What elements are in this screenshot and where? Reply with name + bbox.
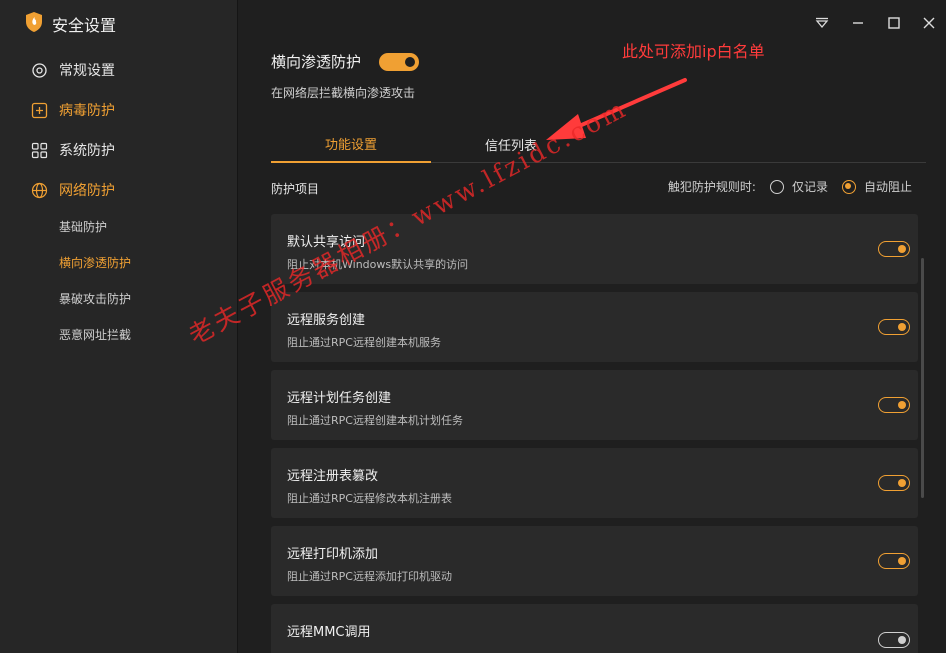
plus-square-icon (30, 101, 48, 119)
protection-item: 远程计划任务创建 阻止通过RPC远程创建本机计划任务 (271, 370, 918, 440)
scrollbar[interactable] (921, 258, 924, 498)
feature-description: 在网络层拦截横向渗透攻击 (271, 86, 416, 100)
protection-item: 远程注册表篡改 阻止通过RPC远程修改本机注册表 (271, 448, 918, 518)
protection-item: 远程服务创建 阻止通过RPC远程创建本机服务 (271, 292, 918, 362)
sidebar-item-network[interactable]: 网络防护 (30, 178, 115, 202)
gear-icon (30, 61, 48, 79)
item-title: 远程打印机添加 (287, 547, 379, 562)
grid-icon (30, 141, 48, 159)
protection-item: 远程打印机添加 阻止通过RPC远程添加打印机驱动 (271, 526, 918, 596)
item-toggle[interactable] (878, 319, 910, 335)
rule-options: 触犯防护规则时: 仅记录 自动阻止 (668, 178, 912, 195)
sidebar-item-label: 常规设置 (59, 63, 115, 79)
sidebar-item-label: 病毒防护 (59, 103, 115, 119)
radio-label-auto-block: 自动阻止 (863, 180, 912, 194)
feature-toggle[interactable] (379, 53, 419, 71)
sidebar-subitem-lateral[interactable]: 横向渗透防护 (59, 252, 131, 272)
item-description: 阻止通过RPC远程修改本机注册表 (287, 492, 452, 505)
globe-icon (30, 181, 48, 199)
annotation-text: 此处可添加ip白名单 (622, 42, 765, 61)
section-title: 防护项目 (271, 182, 320, 196)
item-description: 阻止通过RPC远程创建本机计划任务 (287, 414, 463, 427)
radio-record-only[interactable] (769, 179, 784, 194)
sidebar-item-label: 网络防护 (59, 183, 115, 199)
sidebar-subitem-basic[interactable]: 基础防护 (59, 216, 107, 236)
app-title: 安全设置 (52, 16, 117, 35)
tab-feature-settings[interactable]: 功能设置 (271, 126, 431, 163)
rule-label: 触犯防护规则时: (667, 180, 756, 194)
dropdown-menu-icon[interactable] (811, 12, 833, 34)
app-header: 安全设置 (24, 12, 116, 36)
item-title: 远程MMC调用 (287, 625, 371, 640)
item-title: 远程服务创建 (287, 313, 366, 328)
sidebar-item-general[interactable]: 常规设置 (30, 58, 115, 82)
item-toggle[interactable] (878, 475, 910, 491)
shield-logo-icon (24, 11, 44, 37)
item-toggle[interactable] (878, 241, 910, 257)
radio-auto-block[interactable] (841, 179, 856, 194)
item-title: 远程注册表篡改 (287, 469, 379, 484)
sidebar-subitem-bruteforce[interactable]: 暴破攻击防护 (59, 288, 131, 308)
sidebar-item-label: 系统防护 (59, 143, 115, 159)
sidebar-subitem-malicious-url[interactable]: 恶意网址拦截 (59, 324, 131, 344)
sidebar-item-virus[interactable]: 病毒防护 (30, 98, 115, 122)
feature-title: 横向渗透防护 (271, 53, 362, 71)
item-description: 阻止通过RPC远程创建本机服务 (287, 336, 441, 349)
protection-item: 远程MMC调用 (271, 604, 918, 653)
item-toggle[interactable] (878, 397, 910, 413)
sidebar-item-system[interactable]: 系统防护 (30, 138, 115, 162)
maximize-icon[interactable] (883, 12, 905, 34)
radio-label-record-only: 仅记录 (791, 180, 828, 194)
item-description: 阻止通过RPC远程添加打印机驱动 (287, 570, 452, 583)
close-icon[interactable] (918, 12, 940, 34)
item-toggle[interactable] (878, 553, 910, 569)
minimize-icon[interactable] (847, 12, 869, 34)
item-toggle[interactable] (878, 632, 910, 648)
item-title: 远程计划任务创建 (287, 391, 392, 406)
protection-item-list: 默认共享访问 阻止对本机Windows默认共享的访问 远程服务创建 阻止通过RP… (271, 214, 918, 653)
